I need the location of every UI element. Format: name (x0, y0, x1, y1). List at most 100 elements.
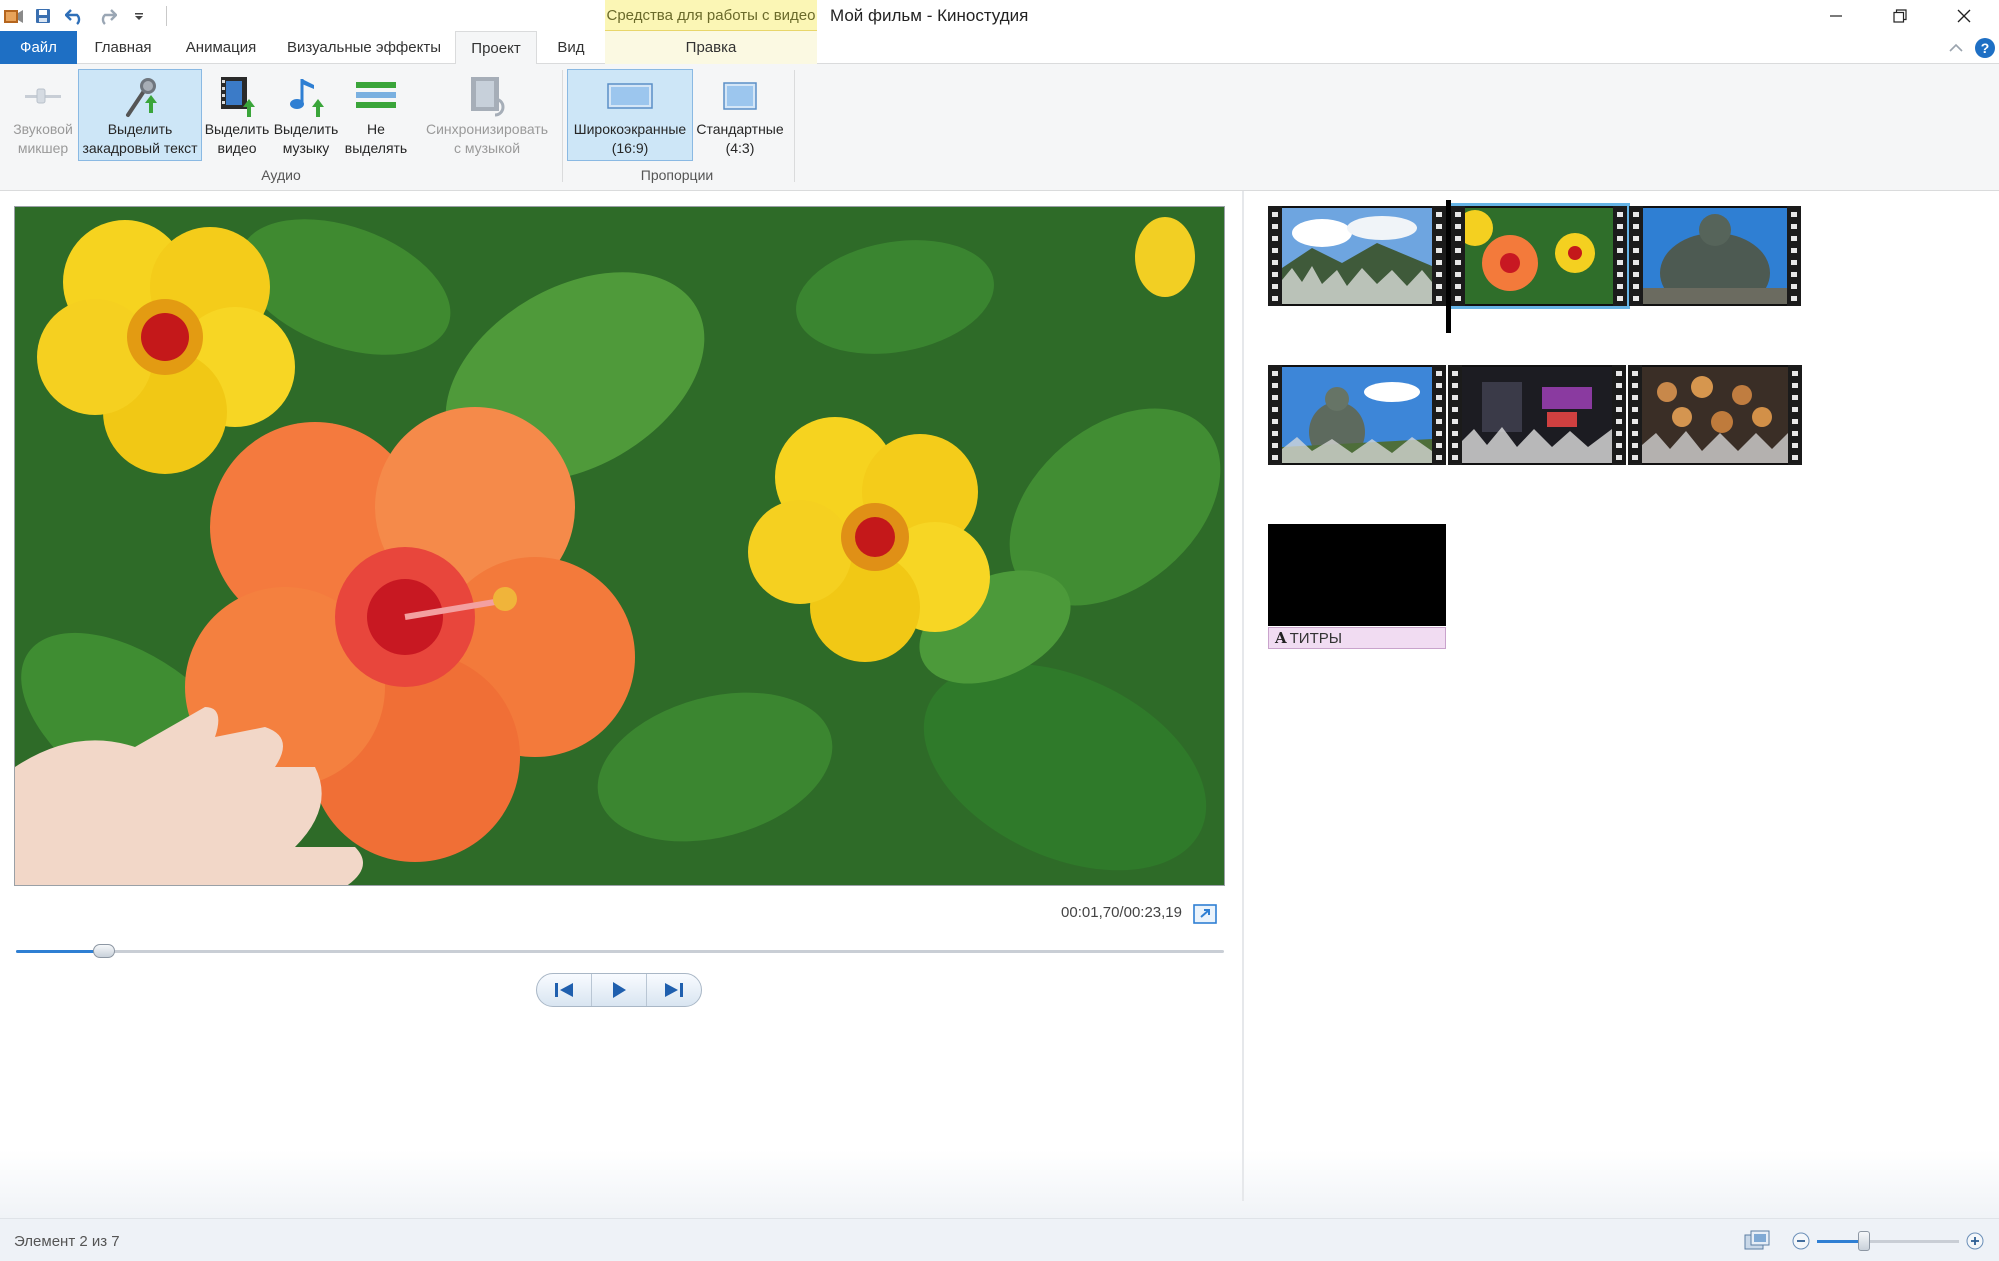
standard-label2: (4:3) (725, 140, 755, 156)
tab-visual-effects[interactable]: Визуальные эффекты (282, 31, 446, 64)
customize-qat-icon[interactable] (126, 3, 152, 29)
zoom-out-icon[interactable] (1792, 1232, 1810, 1250)
restore-button[interactable] (1868, 0, 1932, 31)
sync-music-icon (463, 72, 511, 120)
widescreen-label1: Широкоэкранные (573, 121, 687, 137)
group-separator (562, 70, 563, 182)
clip-thumbnail (1282, 367, 1432, 463)
sync-music-button[interactable]: Синхронизировать с музыкой (420, 69, 554, 161)
storyboard-clip-selected[interactable] (1448, 203, 1630, 309)
music-note-icon (282, 72, 330, 120)
previous-frame-button[interactable] (537, 974, 591, 1006)
no-emphasis-label1: Не (367, 121, 385, 137)
widescreen-icon (606, 72, 654, 120)
redo-icon[interactable] (94, 3, 120, 29)
tab-view[interactable]: Вид (545, 31, 597, 64)
playback-controls (536, 973, 702, 1007)
title-card-clip[interactable] (1268, 524, 1446, 626)
clip-thumbnail (1462, 367, 1612, 463)
widescreen-button[interactable]: Широкоэкранные (16:9) (567, 69, 693, 161)
equal-bars-icon (352, 72, 400, 120)
storyboard-playhead[interactable] (1446, 200, 1451, 333)
play-button[interactable] (591, 974, 646, 1006)
emphasize-music-label2: музыку (282, 140, 330, 156)
no-emphasis-button[interactable]: Не выделять (342, 69, 410, 161)
clip-thumbnail (1282, 208, 1432, 304)
seek-thumb[interactable] (93, 944, 116, 958)
widescreen-label2: (16:9) (611, 140, 649, 156)
thumbnail-size-icon[interactable] (1744, 1230, 1770, 1252)
main-bottom-fade (0, 1150, 1999, 1218)
hibiscus-frame (15, 207, 1224, 885)
pane-splitter[interactable] (1242, 191, 1244, 1201)
close-button[interactable] (1932, 0, 1996, 31)
play-icon (613, 982, 626, 998)
standard-button[interactable]: Стандартные (4:3) (694, 69, 786, 161)
tab-project[interactable]: Проект (455, 31, 537, 65)
seek-bar[interactable] (16, 944, 1224, 958)
film-perforation (1268, 206, 1282, 306)
group-separator-2 (794, 70, 795, 182)
standard-label1: Стандартные (696, 121, 784, 137)
audio-mixer-button[interactable]: Звуковой микшер (6, 69, 80, 161)
tab-file[interactable]: Файл (0, 31, 77, 64)
video-preview[interactable] (14, 206, 1225, 886)
film-emphasis-icon (213, 72, 261, 120)
moviemaker-app-icon[interactable] (2, 5, 24, 27)
film-perforation (1451, 206, 1465, 306)
next-frame-button[interactable] (646, 974, 701, 1006)
quick-access-toolbar (0, 0, 167, 31)
clip-thumbnail (1465, 208, 1613, 304)
clip-thumbnail (1642, 367, 1788, 463)
emphasize-narration-label2: закадровый текст (82, 140, 198, 156)
emphasize-music-button[interactable]: Выделить музыку (272, 69, 340, 161)
storyboard-clip[interactable] (1448, 365, 1626, 465)
undo-icon[interactable] (62, 3, 88, 29)
qat-separator (166, 5, 167, 26)
zoom-in-icon[interactable] (1966, 1232, 1984, 1250)
status-bar: Элемент 2 из 7 (0, 1218, 1999, 1261)
zoom-slider-fill (1817, 1240, 1864, 1243)
ribbon-tabs: Файл Главная Анимация Визуальные эффекты… (0, 31, 1999, 65)
film-perforation (1268, 365, 1282, 465)
title-card-caption[interactable]: A ТИТРЫ (1268, 627, 1446, 649)
film-perforation (1612, 365, 1626, 465)
microphone-icon (116, 72, 164, 120)
film-perforation (1787, 206, 1801, 306)
previous-frame-icon (555, 983, 573, 997)
zoom-slider-thumb[interactable] (1857, 1231, 1870, 1251)
help-icon[interactable]: ? (1975, 38, 1995, 58)
storyboard-clip[interactable] (1268, 365, 1446, 465)
storyboard-clip[interactable] (1268, 206, 1446, 306)
ribbon-project: Звуковой микшер Выделить закадровый текс… (0, 64, 1999, 191)
tab-animation[interactable]: Анимация (172, 31, 270, 64)
emphasize-music-label1: Выделить (273, 121, 339, 137)
title-card-label: ТИТРЫ (1289, 629, 1343, 647)
audio-mixer-label1: Звуковой (13, 121, 73, 137)
film-perforation (1432, 365, 1446, 465)
aspect-group-label: Пропорции (640, 167, 714, 183)
status-item-count: Элемент 2 из 7 (14, 1233, 120, 1250)
clip-thumbnail (1643, 208, 1787, 304)
storyboard-clip[interactable] (1629, 206, 1801, 306)
save-icon[interactable] (30, 3, 56, 29)
film-perforation (1788, 365, 1802, 465)
collapse-ribbon-icon[interactable] (1945, 31, 1967, 64)
fullscreen-preview-icon[interactable] (1193, 904, 1217, 924)
film-perforation (1448, 365, 1462, 465)
text-caption-icon: A (1275, 629, 1287, 647)
storyboard-clip[interactable] (1628, 365, 1802, 465)
tab-edit[interactable]: Правка (605, 31, 817, 64)
next-frame-icon (665, 983, 683, 997)
minimize-button[interactable] (1804, 0, 1868, 31)
emphasize-video-label1: Выделить (204, 121, 270, 137)
film-perforation (1613, 206, 1627, 306)
tab-home[interactable]: Главная (84, 31, 162, 64)
emphasize-narration-button[interactable]: Выделить закадровый текст (78, 69, 202, 161)
sync-music-label1: Синхронизировать (425, 121, 549, 137)
title-bar: Средства для работы с видео Мой фильм - … (0, 0, 1999, 31)
emphasize-video-button[interactable]: Выделить видео (203, 69, 271, 161)
emphasize-video-label2: видео (217, 140, 257, 156)
audio-mixer-icon (19, 72, 67, 120)
emphasize-narration-label1: Выделить (107, 121, 173, 137)
